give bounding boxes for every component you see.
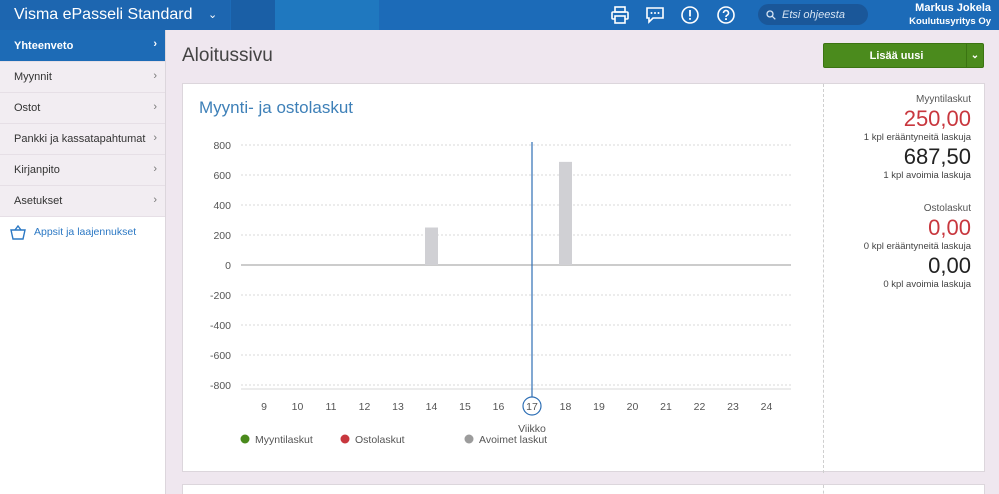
- sidebar-item-label: Ostot: [14, 102, 41, 114]
- sidebar-item-apps[interactable]: Appsit ja laajennukset: [0, 217, 165, 247]
- sales-open-amount[interactable]: 687,50: [833, 143, 971, 170]
- x-tick-label: 21: [660, 401, 672, 413]
- x-tick-label: 15: [459, 401, 471, 413]
- x-tick-label: 17: [526, 401, 538, 413]
- invoice-summary: Myyntilaskut 250,00 1 kpl erääntyneitä l…: [833, 94, 971, 290]
- chevron-right-icon: ›: [153, 163, 157, 175]
- sidebar-item-ostot[interactable]: Ostot ›: [0, 93, 165, 124]
- legend-label: Ostolaskut: [355, 434, 405, 446]
- legend-label: Avoimet laskut: [479, 434, 547, 446]
- card-divider: [823, 84, 824, 473]
- chevron-down-icon: ⌄: [208, 9, 218, 21]
- x-tick-label: 19: [593, 401, 605, 413]
- app-title: Visma ePasseli Standard: [14, 6, 193, 23]
- top-bar-segment: [231, 0, 275, 30]
- add-new-label: Lisää uusi: [869, 50, 924, 62]
- y-tick-label: -400: [210, 320, 231, 332]
- sales-invoices-header: Myyntilaskut: [915, 94, 971, 105]
- sidebar-item-label: Appsit ja laajennukset: [34, 226, 137, 238]
- sidebar-item-label: Asetukset: [14, 195, 63, 207]
- card-divider: [823, 485, 824, 494]
- x-tick-label: 10: [292, 401, 304, 413]
- y-tick-label: 600: [213, 170, 231, 182]
- company-name: Koulutusyritys Oy: [909, 16, 991, 27]
- y-tick-label: 200: [213, 230, 231, 242]
- add-new-button[interactable]: Lisää uusi ⌄: [823, 43, 984, 68]
- x-tick-label: 23: [727, 401, 739, 413]
- sidebar-item-label: Yhteenveto: [14, 39, 74, 52]
- purchase-open-amount[interactable]: 0,00: [833, 252, 971, 279]
- x-tick-label: 13: [392, 401, 404, 413]
- y-tick-label: -600: [210, 350, 231, 362]
- x-tick-label: 14: [426, 401, 438, 413]
- chevron-down-icon[interactable]: ⌄: [966, 44, 983, 67]
- y-tick-label: 800: [213, 140, 231, 152]
- y-tick-label: -200: [210, 290, 231, 302]
- top-bar: Visma ePasseli Standard ⌄ Etsi ohjeesta …: [0, 0, 999, 30]
- chat-icon[interactable]: [645, 5, 665, 25]
- sidebar-item-asetukset[interactable]: Asetukset ›: [0, 186, 165, 217]
- search-input[interactable]: Etsi ohjeesta: [758, 4, 868, 25]
- basket-icon: [10, 224, 26, 240]
- x-tick-label: 24: [761, 401, 773, 413]
- search-placeholder: Etsi ohjeesta: [782, 8, 845, 21]
- sidebar-item-label: Kirjanpito: [14, 164, 60, 176]
- y-tick-label: 400: [213, 200, 231, 212]
- second-card: [182, 484, 985, 494]
- x-tick-label: 20: [627, 401, 639, 413]
- sales-open-count: 1 kpl avoimia laskuja: [883, 170, 971, 181]
- user-name: Markus Jokela: [915, 2, 991, 14]
- top-bar-segment: [275, 0, 379, 30]
- y-tick-label: 0: [225, 260, 231, 272]
- alert-icon[interactable]: [680, 5, 700, 25]
- x-tick-label: 18: [560, 401, 572, 413]
- sidebar-item-kirjanpito[interactable]: Kirjanpito ›: [0, 155, 165, 186]
- legend-swatch: [340, 434, 350, 444]
- page-title: Aloitussivu: [182, 45, 273, 66]
- sidebar-item-label: Pankki ja kassatapahtumat: [14, 133, 146, 145]
- legend-swatch: [240, 434, 250, 444]
- chevron-right-icon: ›: [153, 70, 157, 82]
- purchase-invoices-header: Ostolaskut: [923, 203, 971, 214]
- purchase-open-count: 0 kpl avoimia laskuja: [883, 279, 971, 290]
- y-tick-label: -800: [210, 380, 231, 392]
- chevron-right-icon: ›: [153, 194, 157, 206]
- chevron-right-icon: ›: [153, 101, 157, 113]
- app-switcher[interactable]: Visma ePasseli Standard ⌄: [0, 0, 230, 30]
- legend-label: Myyntilaskut: [255, 434, 313, 446]
- sales-overdue-count: 1 kpl erääntyneitä laskuja: [863, 132, 971, 143]
- x-tick-label: 12: [359, 401, 371, 413]
- x-tick-label: 16: [493, 401, 505, 413]
- invoices-card: Myynti- ja ostolaskut 800 600 400 200 0 -200-…: [182, 83, 985, 473]
- bar: [425, 227, 438, 265]
- purchase-overdue-amount[interactable]: 0,00: [833, 214, 971, 241]
- invoices-chart: 800 600 400 200 0 -200 -400 -600 -800 9 10 11 12 13 14…: [210, 140, 791, 446]
- legend-swatch: [464, 434, 474, 444]
- bar: [559, 161, 572, 265]
- x-tick-label: 22: [694, 401, 706, 413]
- help-icon[interactable]: [716, 5, 736, 25]
- purchase-overdue-count: 0 kpl erääntyneitä laskuja: [863, 241, 971, 252]
- search-icon: [766, 9, 776, 20]
- chevron-right-icon: ›: [153, 132, 157, 144]
- user-menu[interactable]: Markus Jokela Koulutusyritys Oy: [909, 2, 991, 28]
- sidebar-item-yhteenveto[interactable]: Yhteenveto ›: [0, 30, 165, 62]
- sales-overdue-amount[interactable]: 250,00: [833, 105, 971, 132]
- printer-icon[interactable]: [610, 5, 630, 25]
- x-tick-label: 9: [261, 401, 267, 413]
- sidebar-item-myynnit[interactable]: Myynnit ›: [0, 62, 165, 93]
- sidebar: Yhteenveto › Myynnit › Ostot › Pankki ja…: [0, 30, 166, 494]
- x-tick-label: 11: [326, 401, 337, 413]
- chevron-right-icon: ›: [153, 38, 157, 50]
- sidebar-item-label: Myynnit: [14, 71, 52, 83]
- sidebar-item-pankki[interactable]: Pankki ja kassatapahtumat ›: [0, 124, 165, 155]
